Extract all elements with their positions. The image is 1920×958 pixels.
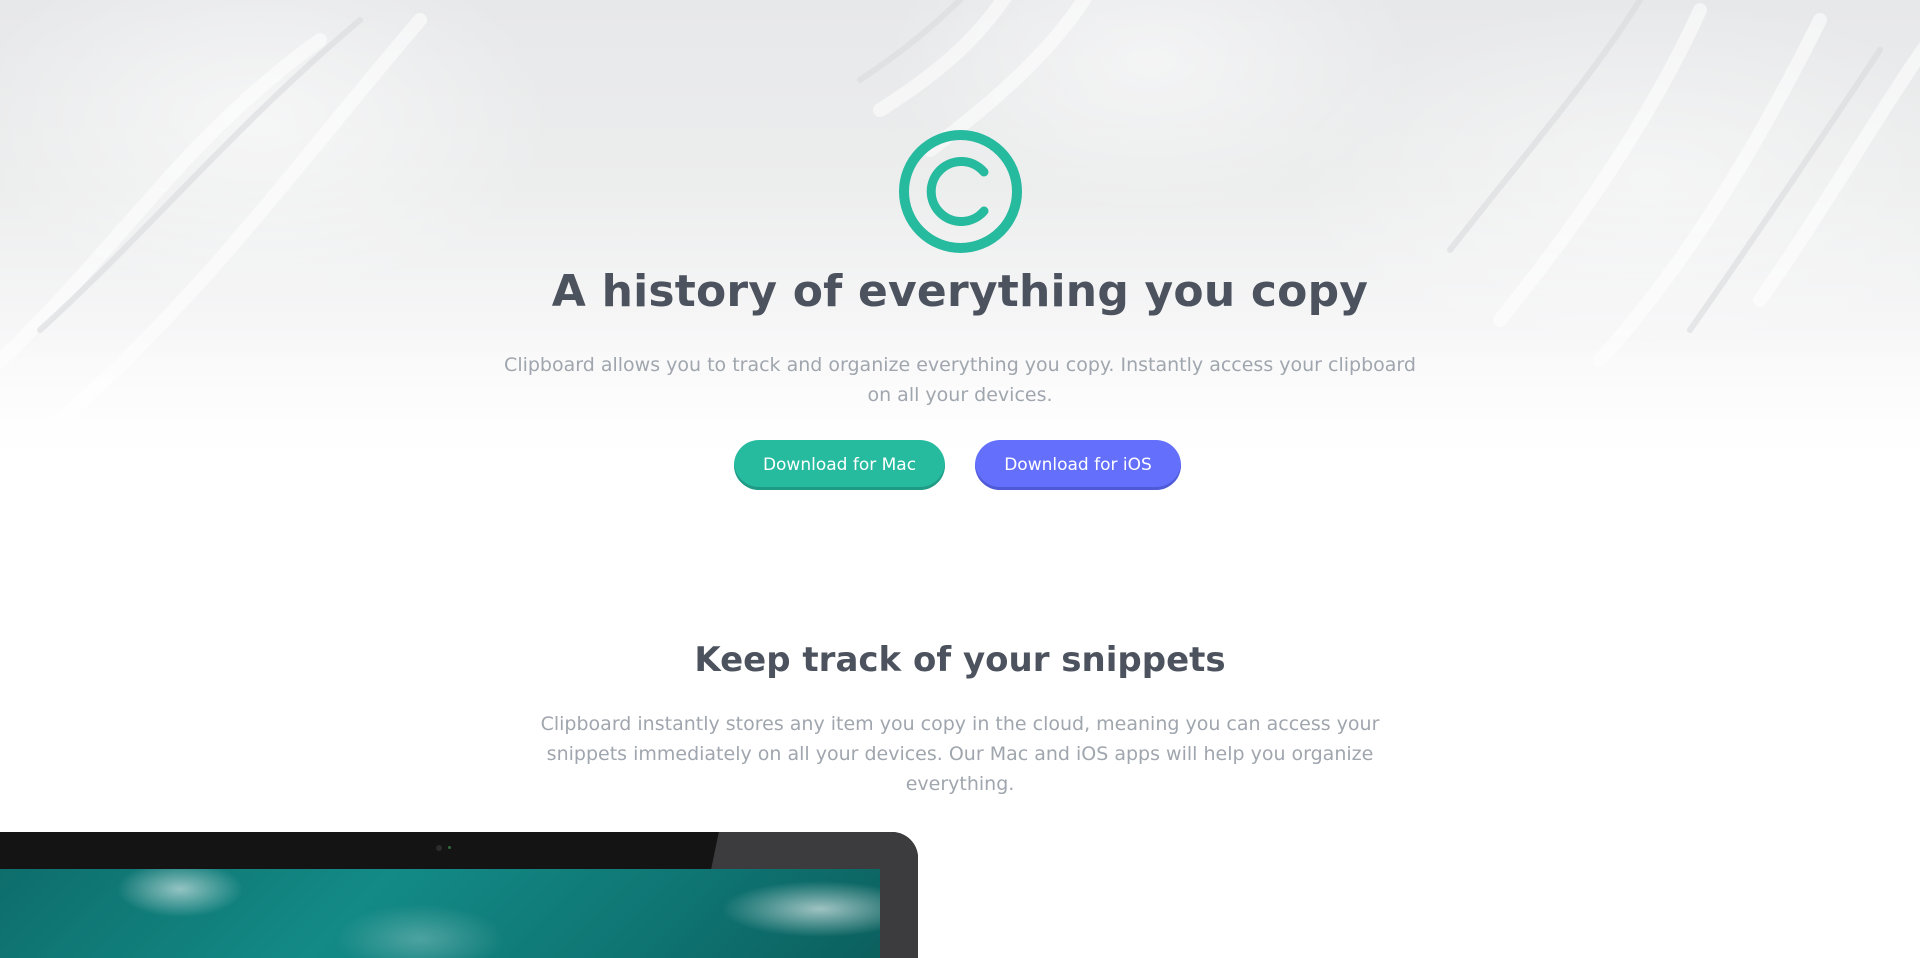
download-mac-label: Download for Mac (762, 455, 917, 475)
hero-background (0, 0, 1920, 520)
laptop-screen (0, 869, 880, 958)
laptop-camera-led (448, 846, 451, 849)
download-ios-label: Download for iOS (1004, 455, 1152, 475)
copyright-circle-icon (898, 129, 1023, 254)
landing-page: A history of everything you copy Clipboa… (0, 0, 1920, 958)
hero-title: A history of everything you copy (551, 266, 1369, 317)
download-mac-button[interactable]: Download for Mac (734, 440, 945, 490)
snippets-description: Clipboard instantly stores any item you … (540, 713, 1380, 795)
laptop-camera (436, 845, 442, 851)
download-ios-button[interactable]: Download for iOS (975, 440, 1181, 490)
snippets-title: Keep track of your snippets (694, 640, 1226, 680)
hero-description: Clipboard allows you to track and organi… (504, 354, 1416, 406)
laptop-image (0, 832, 918, 958)
